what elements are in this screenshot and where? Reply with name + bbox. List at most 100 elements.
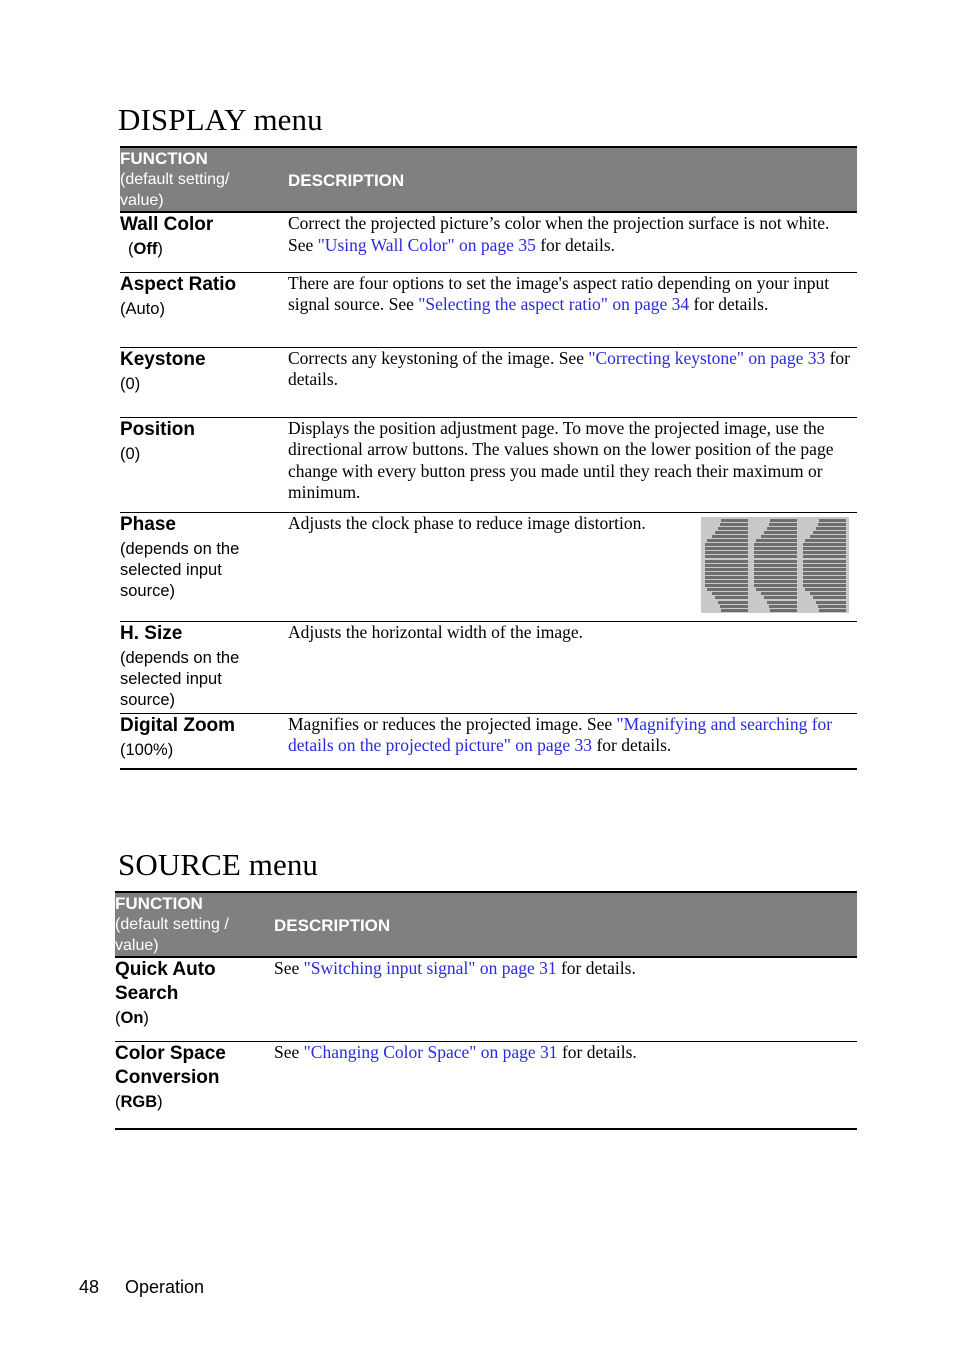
display-function-name: Position <box>120 418 195 440</box>
phase-pattern-image-dash <box>705 551 748 555</box>
display-table-header-row: FUNCTION (default setting/ value) DESCRI… <box>120 146 857 213</box>
table-row: Digital Zoom (100%) Magnifies or reduces t… <box>120 713 857 770</box>
phase-pattern-image-dash <box>819 608 846 612</box>
display-function-name: Aspect Ratio <box>120 273 237 295</box>
display-default-value: (Off) <box>120 239 288 260</box>
phase-pattern-image-dash <box>803 584 846 588</box>
source-default-value: (On) <box>115 1008 274 1029</box>
phase-pattern-image-dash <box>754 580 797 583</box>
phase-pattern-image-dash <box>705 580 748 583</box>
display-default-value: (Auto) <box>120 299 288 320</box>
phase-pattern-image-dash <box>715 530 748 534</box>
phase-pattern-image-dash <box>707 588 748 592</box>
source-description-text: See "Switching input signal" on page 31 … <box>274 958 857 980</box>
phase-pattern-image-column <box>799 517 848 613</box>
display-default-value: (0) <box>120 444 288 465</box>
paren-close: ) <box>143 1009 149 1027</box>
paren-close: ) <box>169 690 176 709</box>
display-description-cell: Magnifies or reduces the projected image… <box>288 713 857 770</box>
cross-reference-link[interactable]: "Selecting the aspect ratio" on page 34 <box>418 294 689 314</box>
phase-pattern-image-dash <box>770 608 797 612</box>
phase-pattern-image-dash <box>754 584 797 588</box>
phase-pattern-image-dash <box>803 559 846 563</box>
source-function-name: Color Space Conversion <box>115 1042 226 1088</box>
source-header-description-cell: DESCRIPTION <box>274 891 857 958</box>
display-description-text: Correct the projected picture’s color wh… <box>288 213 857 256</box>
display-menu-table: FUNCTION (default setting/ value) DESCRI… <box>120 146 857 770</box>
source-function-cell: Color Space Conversion (RGB) <box>115 1041 274 1130</box>
phase-pattern-image-column <box>750 517 799 613</box>
display-function-name: Digital Zoom <box>120 714 236 736</box>
display-default-value-text: Auto <box>125 299 160 318</box>
display-default-value: (100%) <box>120 740 288 761</box>
phase-pattern-image-dash <box>720 522 748 526</box>
display-function-cell: H. Size (depends on the selected input so… <box>120 621 288 714</box>
description-fragment: Adjusts the horizontal width of the imag… <box>288 621 584 642</box>
source-menu-table: FUNCTION (default setting / value) DESCR… <box>115 891 857 1130</box>
phase-pattern-image-dash <box>764 530 797 534</box>
source-header-description-label: DESCRIPTION <box>274 916 391 935</box>
description-fragment: for details. <box>557 1041 637 1062</box>
phase-pattern-image-dash <box>803 580 846 583</box>
phase-pattern-image-dash <box>705 567 748 571</box>
display-default-value-text: Off <box>133 240 158 258</box>
display-description-cell: Correct the projected picture’s color wh… <box>288 212 857 273</box>
phase-pattern-image-dash <box>705 575 748 579</box>
cross-reference-link[interactable]: "Changing Color Space" on page 31 <box>304 1042 558 1062</box>
phase-pattern-image-dash <box>754 547 797 551</box>
phase-pattern-image-dash <box>769 522 797 526</box>
paren-close: ) <box>167 740 174 759</box>
phase-pattern-image-dash <box>818 522 846 526</box>
document-page: DISPLAY menu FUNCTION (default setting/ … <box>0 0 954 1352</box>
phase-pattern-image-dash <box>707 539 748 542</box>
paren-close: ) <box>134 374 141 393</box>
table-row: Wall Color (Off) Correct the projected pic… <box>120 212 857 273</box>
phase-pattern-image-dash <box>803 567 846 571</box>
display-default-value-text: depends on the selected input source <box>120 648 240 709</box>
cross-reference-link[interactable]: "Using Wall Color" on page 35 <box>318 235 536 255</box>
display-function-name: H. Size <box>120 622 183 644</box>
description-fragment: Displays the position adjustment page. T… <box>288 417 834 503</box>
paren-close: ) <box>157 1092 163 1111</box>
table-row: Quick Auto Search (On) See "Switching inpu… <box>115 957 857 1042</box>
phase-pattern-image-dash <box>715 596 748 600</box>
phase-pattern-image-dash <box>705 543 748 547</box>
display-default-value-text: 0 <box>125 444 135 463</box>
source-description-text: See "Changing Color Space" on page 31 fo… <box>274 1042 857 1064</box>
phase-pattern-image-dash <box>754 563 797 567</box>
display-description-cell: Displays the position adjustment page. T… <box>288 417 857 513</box>
cross-reference-link[interactable]: "Switching input signal" on page 31 <box>304 958 557 978</box>
phase-pattern-image-dash <box>809 534 846 538</box>
page-footer: 48 Operation <box>79 1276 204 1298</box>
phase-pattern-image-dash <box>718 600 748 604</box>
phase-pattern-image-dash <box>819 518 846 522</box>
phase-pattern-image-dash <box>721 608 748 612</box>
phase-pattern-image <box>701 516 849 613</box>
display-description-cell: Adjusts the clock phase to reduce image … <box>288 512 857 622</box>
display-description-text: There are four options to set the image'… <box>288 273 857 316</box>
phase-pattern-image-dash <box>756 539 797 542</box>
display-header-function-cell: FUNCTION (default setting/ value) <box>120 146 288 213</box>
phase-pattern-image-dash <box>754 551 797 555</box>
source-table-body: FUNCTION (default setting / value) DESCR… <box>115 891 857 1130</box>
display-function-name: Phase <box>120 513 176 535</box>
description-fragment: Adjusts the clock phase to reduce image … <box>288 512 646 533</box>
phase-pattern-image-dash <box>764 596 797 600</box>
display-function-cell: Phase (depends on the selected input sour… <box>120 512 288 622</box>
cross-reference-link[interactable]: "Correcting keystone" on page 33 <box>588 348 825 368</box>
phase-pattern-image-dash <box>720 604 748 608</box>
display-description-cell: Corrects any keystoning of the image. Se… <box>288 347 857 418</box>
display-description-text: Corrects any keystoning of the image. Se… <box>288 348 857 391</box>
display-description-cell: Adjusts the horizontal width of the imag… <box>288 621 857 714</box>
display-description-cell: There are four options to set the image'… <box>288 272 857 348</box>
phase-pattern-image-dash <box>754 555 797 559</box>
table-row: Color Space Conversion (RGB) See "Changing… <box>115 1041 857 1130</box>
display-header-function-label: FUNCTION <box>120 149 208 168</box>
phase-pattern-image-dash <box>760 592 797 596</box>
phase-pattern-image-dash <box>803 551 846 555</box>
display-header-description-label: DESCRIPTION <box>288 171 405 190</box>
phase-pattern-image-dash <box>754 567 797 571</box>
phase-pattern-image-dash <box>803 543 846 547</box>
phase-pattern-image-dash <box>754 575 797 579</box>
source-menu-heading: SOURCE menu <box>118 846 319 882</box>
